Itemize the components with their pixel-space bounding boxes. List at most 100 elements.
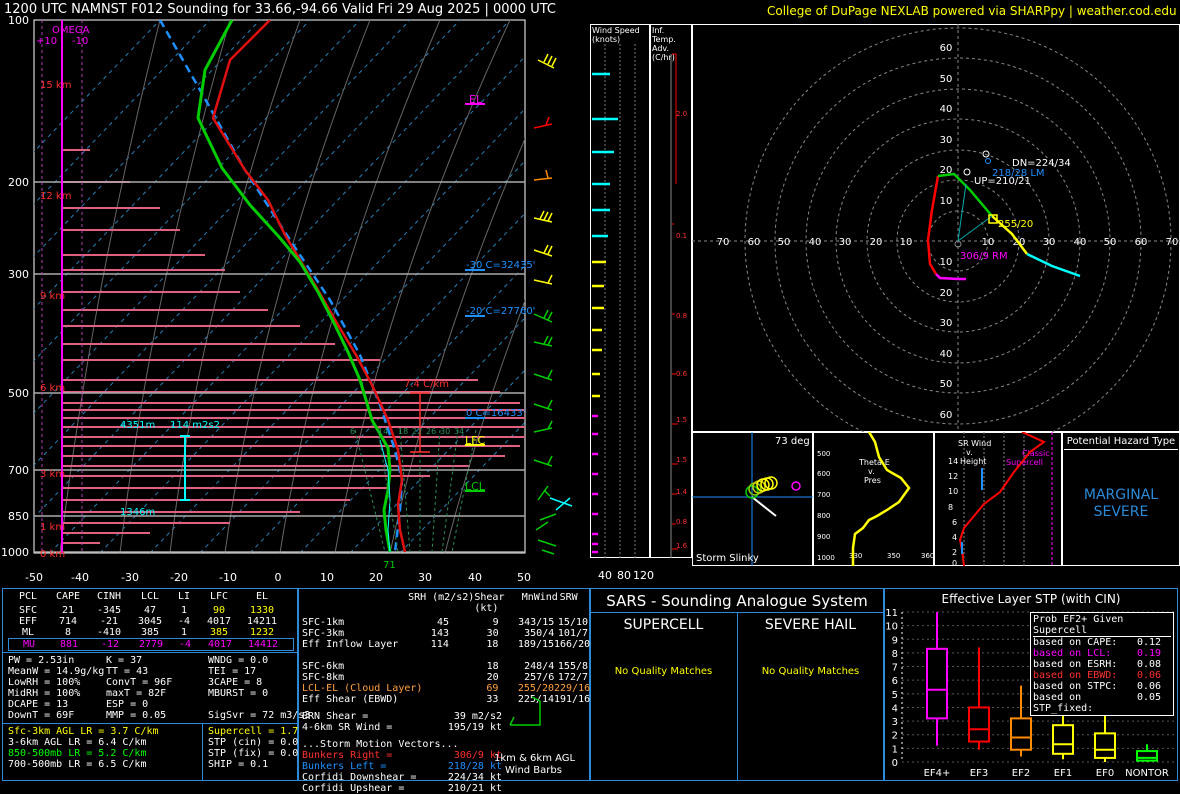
- wind-barbs: [533, 53, 573, 555]
- hazard-value2: SEVERE: [1093, 504, 1149, 520]
- svg-text:10: 10: [900, 237, 913, 248]
- svg-text:50: 50: [940, 74, 953, 85]
- credit-text: College of DuPage NEXLAB powered via SHA…: [767, 4, 1177, 18]
- sars-hail-title: SEVERE HAIL: [764, 617, 857, 633]
- p-tick-100: 100: [8, 14, 29, 27]
- height-label: 12 km: [40, 191, 71, 202]
- svg-text:Height: Height: [960, 457, 986, 466]
- stp-xlabel: EF1: [1054, 768, 1072, 779]
- svg-text:0.8: 0.8: [676, 518, 687, 526]
- temperature-trace: [211, 20, 407, 553]
- up-label: UP=210/21: [974, 176, 1031, 187]
- svg-text:34: 34: [454, 427, 464, 436]
- rm-label: 306/9 RM: [960, 251, 1008, 262]
- stp-xlabel: EF2: [1012, 768, 1030, 779]
- svg-text:60: 60: [940, 410, 953, 421]
- svg-text:26: 26: [426, 427, 436, 436]
- stp-ytick: 1: [892, 744, 898, 755]
- svg-text:14: 14: [378, 427, 388, 436]
- level-m20: -20 C=27760': [466, 306, 535, 317]
- stp-box-ef0: [1094, 711, 1116, 762]
- omega-scale-neg: -10: [72, 36, 88, 47]
- svg-text:20: 20: [870, 237, 883, 248]
- t-tick: -30: [121, 571, 139, 584]
- stp-box: [1010, 717, 1032, 751]
- svg-text:10: 10: [982, 237, 995, 248]
- stp-ytick: 8: [892, 649, 898, 660]
- stp-ytick: 3: [892, 717, 898, 728]
- stp-xlabel: EF4+: [924, 768, 951, 779]
- stp-box: [1136, 750, 1158, 762]
- barb-caption2: Wind Barbs: [505, 765, 562, 776]
- theta-e-plot: 500600 700800 9001000 330 350 360 Theta-E…: [817, 432, 934, 566]
- svg-text:18: 18: [398, 427, 408, 436]
- sr-wind-plot: 1412 108 64 20 SR Windv. Height ClassicS…: [948, 432, 1053, 566]
- hodograph: 1020 3040 5060 1020 3040 5060 70 60 50 40 …: [692, 24, 1180, 432]
- agl-wind-barbs: [509, 696, 541, 726]
- svg-text:800: 800: [817, 512, 830, 520]
- svg-text:Pres: Pres: [864, 476, 881, 485]
- parcel-row-mu: MU 881 -12 2779 -4 4017 14412: [8, 638, 294, 651]
- parcel-table: PCL CAPE CINH LCL LI LFC EL SFC 21 -345 …: [8, 591, 294, 651]
- lapse-rates: Sfc-3km AGL LR = 3.7 C/km 3-6km AGL LR =…: [8, 726, 159, 770]
- svg-text:40: 40: [809, 237, 822, 248]
- t-tick: 50: [517, 571, 531, 584]
- svg-text:8: 8: [948, 503, 953, 512]
- inf-temp-profile: 2.0 0.1 0.8 0.6 1.5 1.5 1.4 0.8 1.6: [670, 53, 688, 558]
- svg-text:330: 330: [849, 552, 862, 560]
- svg-text:500: 500: [817, 450, 830, 458]
- dewpoint-trace: [196, 20, 392, 553]
- level-m30: -30 C=32435': [466, 260, 535, 271]
- svg-text:40: 40: [1074, 237, 1087, 248]
- svg-text:10: 10: [940, 257, 953, 268]
- svg-text:12: 12: [948, 472, 958, 481]
- omega-scale-pos: +10: [36, 36, 57, 47]
- svg-text:50: 50: [778, 237, 791, 248]
- stp-ytick: 11: [885, 608, 898, 619]
- t-tick: 0: [275, 571, 282, 584]
- parcel-row-sfc: SFC 21 -345 47 1 90 1330: [18, 605, 275, 616]
- stp-ytick: 5: [892, 690, 898, 701]
- stp-box-nontor: [1136, 744, 1158, 762]
- svg-text:22: 22: [412, 427, 422, 436]
- t-tick: -20: [170, 571, 188, 584]
- svg-text:70: 70: [1166, 237, 1179, 248]
- stp-ytick: 0: [892, 758, 898, 769]
- prob-box: Prob EF2+ Given Supercell based on CAPE:…: [1030, 612, 1174, 716]
- stp-xlabel: EF0: [1096, 768, 1114, 779]
- svg-text:30: 30: [940, 318, 953, 329]
- stp-ytick: 7: [892, 663, 898, 674]
- svg-text:50: 50: [1104, 237, 1117, 248]
- p-tick-300: 300: [8, 268, 29, 281]
- lcl-label: LCL: [465, 480, 486, 493]
- svg-text:0: 0: [952, 559, 957, 566]
- stp-ytick: 6: [892, 676, 898, 687]
- p-tick-200: 200: [8, 176, 29, 189]
- stp-box: [1094, 732, 1116, 759]
- svg-text:v.: v.: [868, 467, 875, 476]
- svg-text:1.5: 1.5: [676, 456, 687, 464]
- svg-text:1.5: 1.5: [676, 416, 687, 424]
- svg-text:6: 6: [350, 427, 355, 436]
- svg-text:1.4: 1.4: [676, 488, 688, 496]
- svg-text:30: 30: [1043, 237, 1056, 248]
- stp-xlabel: NONTOR: [1125, 768, 1169, 779]
- lapse-bracket: [410, 392, 430, 453]
- svg-text:4: 4: [952, 533, 957, 542]
- stp-box-ef2: [1010, 685, 1032, 757]
- svg-text:14: 14: [948, 457, 958, 466]
- t-tick: 40: [468, 571, 482, 584]
- height-label: 3 km: [40, 469, 65, 480]
- height-label: 0 km: [40, 549, 65, 560]
- stp-ytick: 2: [892, 731, 898, 742]
- stp-box: [926, 647, 948, 720]
- svg-text:10: 10: [940, 196, 953, 207]
- omega-label: OMEGA: [52, 25, 90, 36]
- p-tick-1000: 1000: [1, 546, 29, 559]
- sars-hail-matches: No Quality Matches: [761, 666, 860, 677]
- t-tick: 30: [418, 571, 432, 584]
- p-tick-500: 500: [8, 387, 29, 400]
- wind-tick: 80: [617, 569, 631, 582]
- svg-text:50: 50: [940, 379, 953, 390]
- svg-text:30: 30: [839, 237, 852, 248]
